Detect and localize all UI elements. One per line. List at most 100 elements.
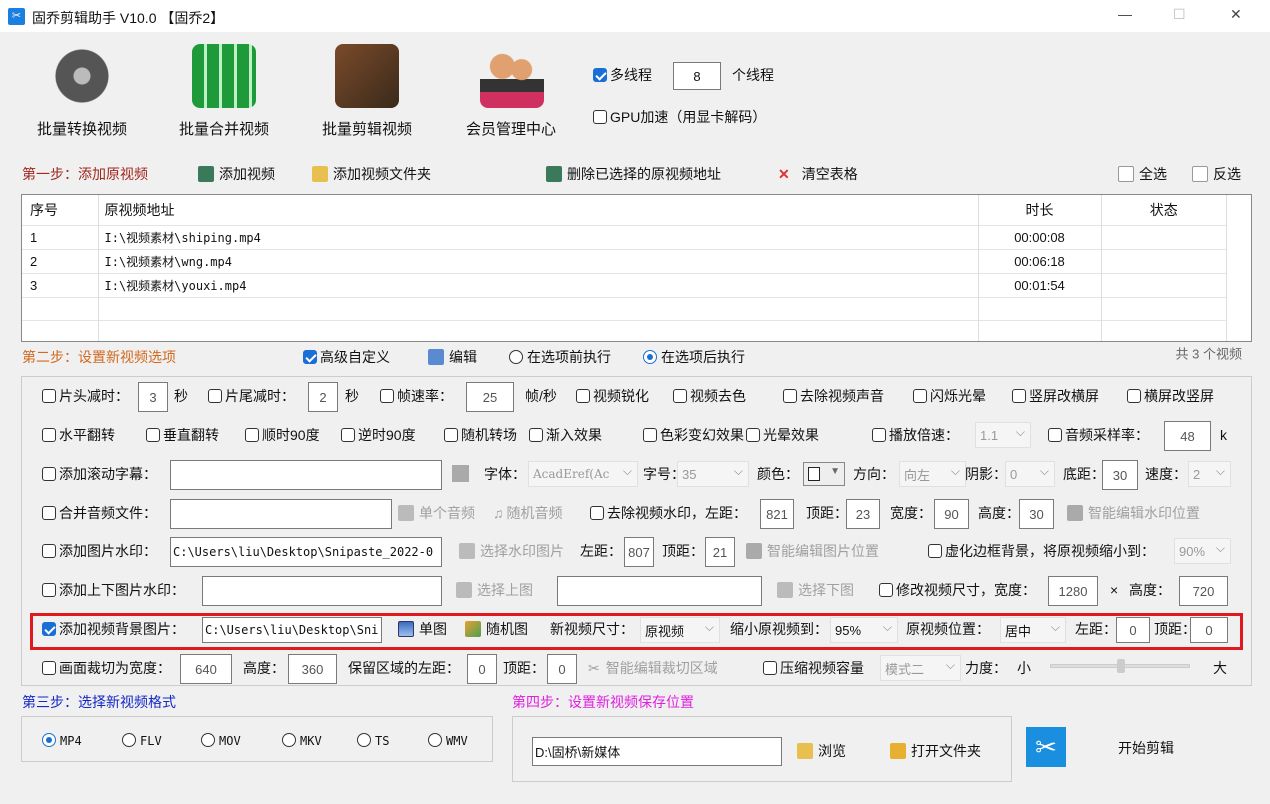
img-top-input[interactable]: 21 [705,537,735,567]
font-select[interactable]: AcadEref(Ac [528,461,638,487]
scroll-speed-select[interactable]: 2 [1188,461,1231,487]
force-slider[interactable] [1050,659,1190,673]
color-picker[interactable]: ▼ [803,462,845,486]
batch-merge-button[interactable]: 批量合并视频 [179,118,269,139]
users-icon[interactable] [480,44,544,108]
tail-cut-checkbox[interactable]: 片尾减时： [208,386,295,406]
film-strip-icon[interactable] [335,44,399,108]
multithread-checkbox[interactable]: 多线程 [593,65,652,85]
col-path[interactable]: 原视频地址 [98,195,979,225]
image-watermark-path[interactable]: C:\Users\liu\Desktop\Snipaste_2022-0 [170,537,442,567]
text-style-icon[interactable] [452,465,469,482]
scroll-text-input[interactable] [170,460,442,490]
format-radio-mp4[interactable]: MP4 [42,733,82,748]
film-reel-icon[interactable] [50,44,114,108]
bg-top-input[interactable]: 0 [1190,617,1228,643]
remove-watermark-checkbox[interactable]: 去除视频水印，左距： [590,503,747,523]
invert-selection-button[interactable]: 反选 [1192,164,1241,184]
wm-height-input[interactable]: 30 [1019,499,1054,529]
compress-checkbox[interactable]: 压缩视频容量 [763,658,864,678]
head-cut-checkbox[interactable]: 片头减时： [42,386,129,406]
open-folder-button[interactable]: 打开文件夹 [890,741,981,761]
direction-select[interactable]: 向左 [899,461,966,487]
flash-checkbox[interactable]: 闪烁光晕 [913,386,986,406]
single-audio-button[interactable]: 单个音频 [398,503,475,523]
head-cut-input[interactable]: 3 [138,382,168,412]
wm-width-input[interactable]: 90 [934,499,969,529]
merge-audio-checkbox[interactable]: 合并音频文件： [42,503,157,523]
maximize-button[interactable]: ☐ [1173,6,1186,23]
bg-image-path[interactable]: C:\Users\liu\Desktop\Sni [202,617,382,643]
resize-height-input[interactable]: 720 [1179,576,1228,606]
merge-grid-icon[interactable] [192,44,256,108]
radio-before[interactable]: 在选项前执行 [509,347,611,367]
format-radio-wmv[interactable]: WMV [428,733,468,748]
smart-crop-button[interactable]: ✂ 智能编辑裁切区域 [588,658,718,678]
v2h-checkbox[interactable]: 竖屏改横屏 [1012,386,1099,406]
resize-checkbox[interactable]: 修改视频尺寸，宽度： [879,580,1036,600]
crop-width-input[interactable]: 640 [180,654,232,684]
edit-button[interactable]: 编辑 [428,347,477,367]
col-duration[interactable]: 时长 [978,195,1102,225]
color-effect-checkbox[interactable]: 色彩变幻效果 [643,425,744,445]
compress-mode-select[interactable]: 模式二 [880,655,961,681]
bg-image-checkbox[interactable]: 添加视频背景图片： [42,619,185,639]
single-image-button[interactable]: 单图 [398,619,447,639]
save-path-input[interactable]: D:\固桥\新媒体 [532,737,782,766]
new-size-select[interactable]: 原视频 [640,617,720,643]
font-size-select[interactable]: 35 [677,461,749,487]
member-center-button[interactable]: 会员管理中心 [466,118,556,139]
add-folder-button[interactable]: 添加视频文件夹 [312,164,431,184]
ccw90-checkbox[interactable]: 逆时90度 [341,425,416,445]
img-left-input[interactable]: 807 [624,537,654,567]
sample-rate-input[interactable]: 48 [1164,421,1211,451]
bottom-input[interactable]: 30 [1102,460,1138,490]
delete-selected-button[interactable]: 删除已选择的原视频地址 [546,164,721,184]
browse-button[interactable]: 浏览 [797,741,846,761]
tail-cut-input[interactable]: 2 [308,382,338,412]
wm-top-input[interactable]: 23 [846,499,880,529]
random-audio-button[interactable]: ♫ 随机音频 [493,503,563,523]
top-image-input[interactable] [202,576,442,606]
table-row[interactable]: 3 I:\视频素材\youxi.mp4 00:01:54 [22,273,1227,297]
select-all-button[interactable]: 全选 [1118,164,1167,184]
bg-left-input[interactable]: 0 [1116,617,1150,643]
cw90-checkbox[interactable]: 顺时90度 [245,425,320,445]
sharpen-checkbox[interactable]: 视频锐化 [576,386,649,406]
shadow-select[interactable]: 0 [1005,461,1055,487]
scissors-icon[interactable]: ✂ [1026,727,1066,767]
keep-left-input[interactable]: 0 [467,654,497,684]
col-index[interactable]: 序号 [22,195,99,225]
transition-checkbox[interactable]: 随机转场 [444,425,517,445]
format-radio-ts[interactable]: TS [357,733,389,748]
format-radio-mov[interactable]: MOV [201,733,241,748]
fps-input[interactable]: 25 [466,382,514,412]
position-select[interactable]: 居中 [1000,617,1066,643]
vflip-checkbox[interactable]: 垂直翻转 [146,425,219,445]
halo-checkbox[interactable]: 光晕效果 [746,425,819,445]
wm-left-input[interactable]: 821 [760,499,794,529]
mute-checkbox[interactable]: 去除视频声音 [783,386,884,406]
batch-edit-button[interactable]: 批量剪辑视频 [322,118,412,139]
crop-checkbox[interactable]: 画面裁切为宽度： [42,658,171,678]
radio-after[interactable]: 在选项后执行 [643,347,745,367]
resize-width-input[interactable]: 1280 [1048,576,1098,606]
keep-top-input[interactable]: 0 [547,654,577,684]
smart-watermark-button[interactable]: 智能编辑水印位置 [1067,503,1200,523]
slider-thumb[interactable] [1117,659,1125,673]
table-row[interactable]: 1 I:\视频素材\shiping.mp4 00:00:08 [22,225,1227,249]
smart-image-button[interactable]: 智能编辑图片位置 [746,541,879,561]
image-watermark-checkbox[interactable]: 添加图片水印： [42,541,157,561]
random-image-button[interactable]: 随机图 [465,619,528,639]
batch-convert-button[interactable]: 批量转换视频 [37,118,127,139]
col-status[interactable]: 状态 [1101,195,1227,225]
checkbox-icon[interactable] [593,68,607,82]
video-table[interactable]: 序号 原视频地址 时长 状态 1 I:\视频素材\shiping.mp4 00:00… [21,194,1252,342]
h2v-checkbox[interactable]: 横屏改竖屏 [1127,386,1214,406]
start-button[interactable]: 开始剪辑 [1118,738,1174,758]
format-radio-mkv[interactable]: MKV [282,733,322,748]
blur-border-checkbox[interactable]: 虚化边框背景，将原视频缩小到： [928,541,1155,561]
choose-bottom-button[interactable]: 选择下图 [777,580,854,600]
decolor-checkbox[interactable]: 视频去色 [673,386,746,406]
choose-top-button[interactable]: 选择上图 [456,580,533,600]
